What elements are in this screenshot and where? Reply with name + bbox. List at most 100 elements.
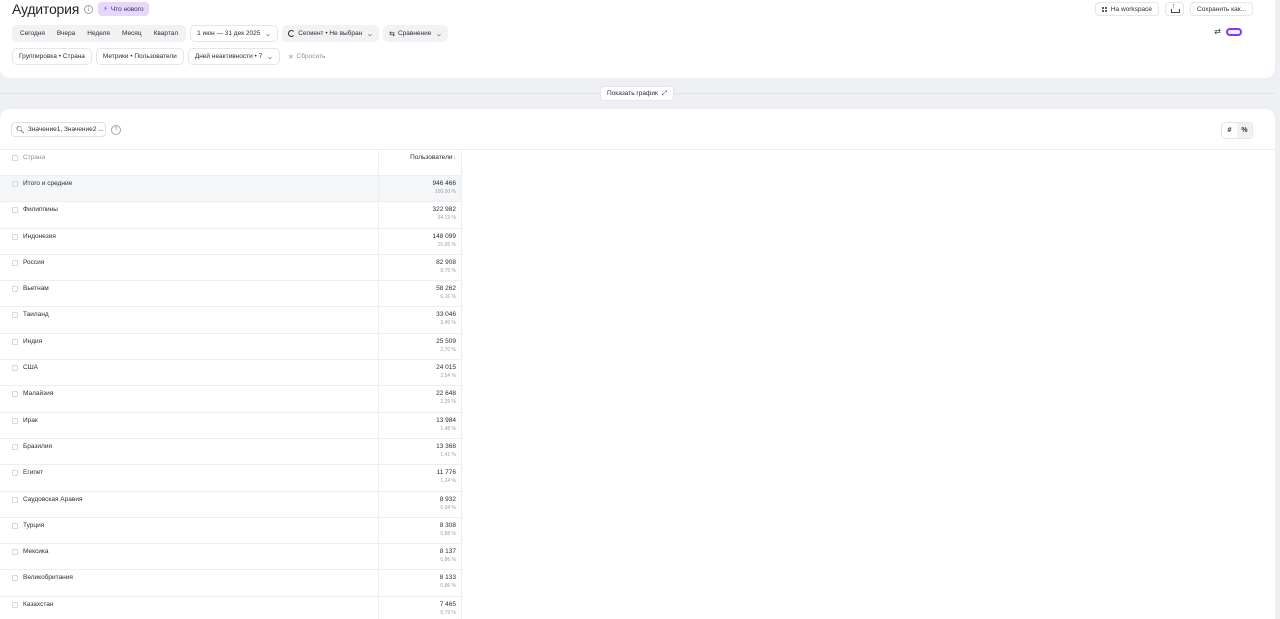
value-mode-toggle: # % [1221,122,1253,139]
chevron-down-icon: ⌄ [366,30,374,38]
users-value: 58 262 [436,285,456,293]
save-as-button[interactable]: Сохранить как... [1190,2,1253,16]
users-cell: 8 932 0,94 % [378,491,462,517]
period-quarter[interactable]: Квартал [148,25,185,42]
table-row[interactable]: Саудовская Аравия 8 932 0,94 % [0,491,462,518]
info-icon[interactable]: i [84,5,93,14]
settings-toggle[interactable] [1226,27,1242,36]
row-checkbox[interactable] [12,417,18,424]
period-week[interactable]: Неделя [81,25,116,42]
country-name: Великобритания [23,574,73,582]
row-checkbox[interactable] [12,312,18,319]
users-percent: 8,76 % [440,267,456,274]
row-checkbox[interactable] [12,391,18,398]
column-header-users[interactable]: Пользователи↓ [410,154,456,161]
grouping-button[interactable]: Группировка • Страна [12,48,92,65]
table-row[interactable]: Филиппины 322 982 34,13 % [0,202,462,229]
users-percent: 34,13 % [437,215,456,222]
row-checkbox[interactable] [12,233,18,240]
users-percent: 1,41 % [440,451,456,458]
help-icon[interactable]: ? [111,125,121,135]
totals-row[interactable]: Итого и средние 946 466 100,00 % [0,176,462,203]
metrics-label: Метрики • Пользователи [102,53,177,60]
table-row[interactable]: Индия 25 509 2,70 % [0,333,462,361]
export-button[interactable] [1165,2,1185,16]
inactivity-label: Дней неактивности • 7 [194,53,263,60]
search-value: Значение1, Значение2 ... [27,126,104,133]
compare-selector[interactable]: ⇆ Сравнение ⌄ [383,25,449,42]
country-name: Саудовская Аравия [23,495,83,503]
date-range-picker[interactable]: 1 июн — 31 дек 2025 ⌄ [190,25,279,42]
users-cell: 13 984 1,48 % [378,412,462,438]
show-chart-button[interactable]: Показать график ⤢ [600,86,675,101]
country-name: Россия [23,258,45,266]
search-input[interactable]: 🔍︎ Значение1, Значение2 ... [11,122,106,137]
table-row[interactable]: США 24 015 2,54 % [0,360,462,387]
table-row[interactable]: Ирак 13 984 1,48 % [0,412,462,439]
row-checkbox[interactable] [12,207,18,214]
sliders-icon[interactable]: ⇄ [1214,27,1221,36]
period-yesterday[interactable]: Вчера [51,25,81,42]
row-checkbox[interactable] [12,522,18,529]
table-row[interactable]: Россия 82 908 8,76 % [0,254,462,282]
absolute-mode-button[interactable]: # [1222,123,1237,138]
users-cell: 8 308 0,88 % [378,517,462,544]
select-all-checkbox[interactable] [12,155,18,161]
users-cell: 58 262 6,16 % [378,281,462,307]
chevron-down-icon: ⌄ [266,53,274,61]
upload-icon [1171,3,1181,13]
inactivity-selector[interactable]: Дней неактивности • 7 ⌄ [187,48,281,65]
save-as-label: Сохранить как... [1197,5,1246,13]
row-checkbox[interactable] [12,443,18,450]
percent-mode-button[interactable]: % [1237,123,1252,138]
users-cell: 13 368 1,41 % [378,438,462,465]
segment-selector[interactable]: Сегмент • Не выбран ⌄ [282,25,380,42]
table-row[interactable]: Бразилия 13 368 1,41 % [0,438,462,466]
compare-label: Сравнение [397,30,432,37]
row-checkbox[interactable] [12,286,18,293]
lightning-icon: ⚡ [103,6,108,13]
table-row[interactable]: Великобритания 8 133 0,86 % [0,570,462,597]
users-percent: 6,16 % [440,294,456,301]
users-percent: 100,00 % [434,189,456,195]
reset-button[interactable]: ✕ Сбросить [288,53,325,61]
country-name: Казахстан [23,600,54,608]
top-actions: На workspace Сохранить как... [1094,2,1253,16]
users-percent: 2,54 % [440,373,456,380]
row-checkbox[interactable] [12,601,18,608]
users-percent: 1,48 % [440,425,456,432]
users-cell: 8 137 0,86 % [378,544,462,570]
users-cell: 322 982 34,13 % [378,202,462,228]
table-row[interactable]: Малайзия 22 648 2,39 % [0,386,462,413]
country-name: Филиппины [23,206,58,214]
users-percent: 15,65 % [437,241,456,248]
table-row[interactable]: Таиланд 33 046 3,49 % [0,307,462,334]
segment-label: Сегмент • Не выбран [298,30,363,37]
row-checkbox[interactable] [12,470,18,477]
row-checkbox[interactable] [12,496,18,503]
users-percent: 2,39 % [440,399,456,406]
period-month[interactable]: Месяц [116,25,148,42]
whats-new-button[interactable]: ⚡ Что нового [98,2,149,16]
users-percent: 3,49 % [440,320,456,327]
table-row[interactable]: Египет 11 776 1,24 % [0,465,462,492]
table-row[interactable]: Индонезия 148 099 15,65 % [0,228,462,255]
table-row[interactable]: Казахстан 7 465 0,79 % [0,596,462,619]
row-checkbox[interactable] [12,575,18,582]
row-checkbox[interactable] [12,181,18,187]
row-checkbox[interactable] [12,259,18,266]
users-percent: 1,24 % [440,478,456,485]
chevron-down-icon: ⌄ [264,30,273,38]
row-checkbox[interactable] [12,365,18,372]
country-name: Бразилия [23,442,52,450]
column-header-country[interactable]: Страна [23,154,45,161]
users-value: 8 932 [439,495,456,503]
table-row[interactable]: Мексика 8 137 0,86 % [0,544,462,571]
row-checkbox[interactable] [12,338,18,345]
table-row[interactable]: Вьетнам 58 262 6,16 % [0,281,462,308]
table-row[interactable]: Турция 8 308 0,88 % [0,517,462,545]
row-checkbox[interactable] [12,549,18,556]
period-today[interactable]: Сегодня [14,25,51,42]
metrics-button[interactable]: Метрики • Пользователи [95,48,184,65]
workspace-button[interactable]: На workspace [1094,2,1160,16]
